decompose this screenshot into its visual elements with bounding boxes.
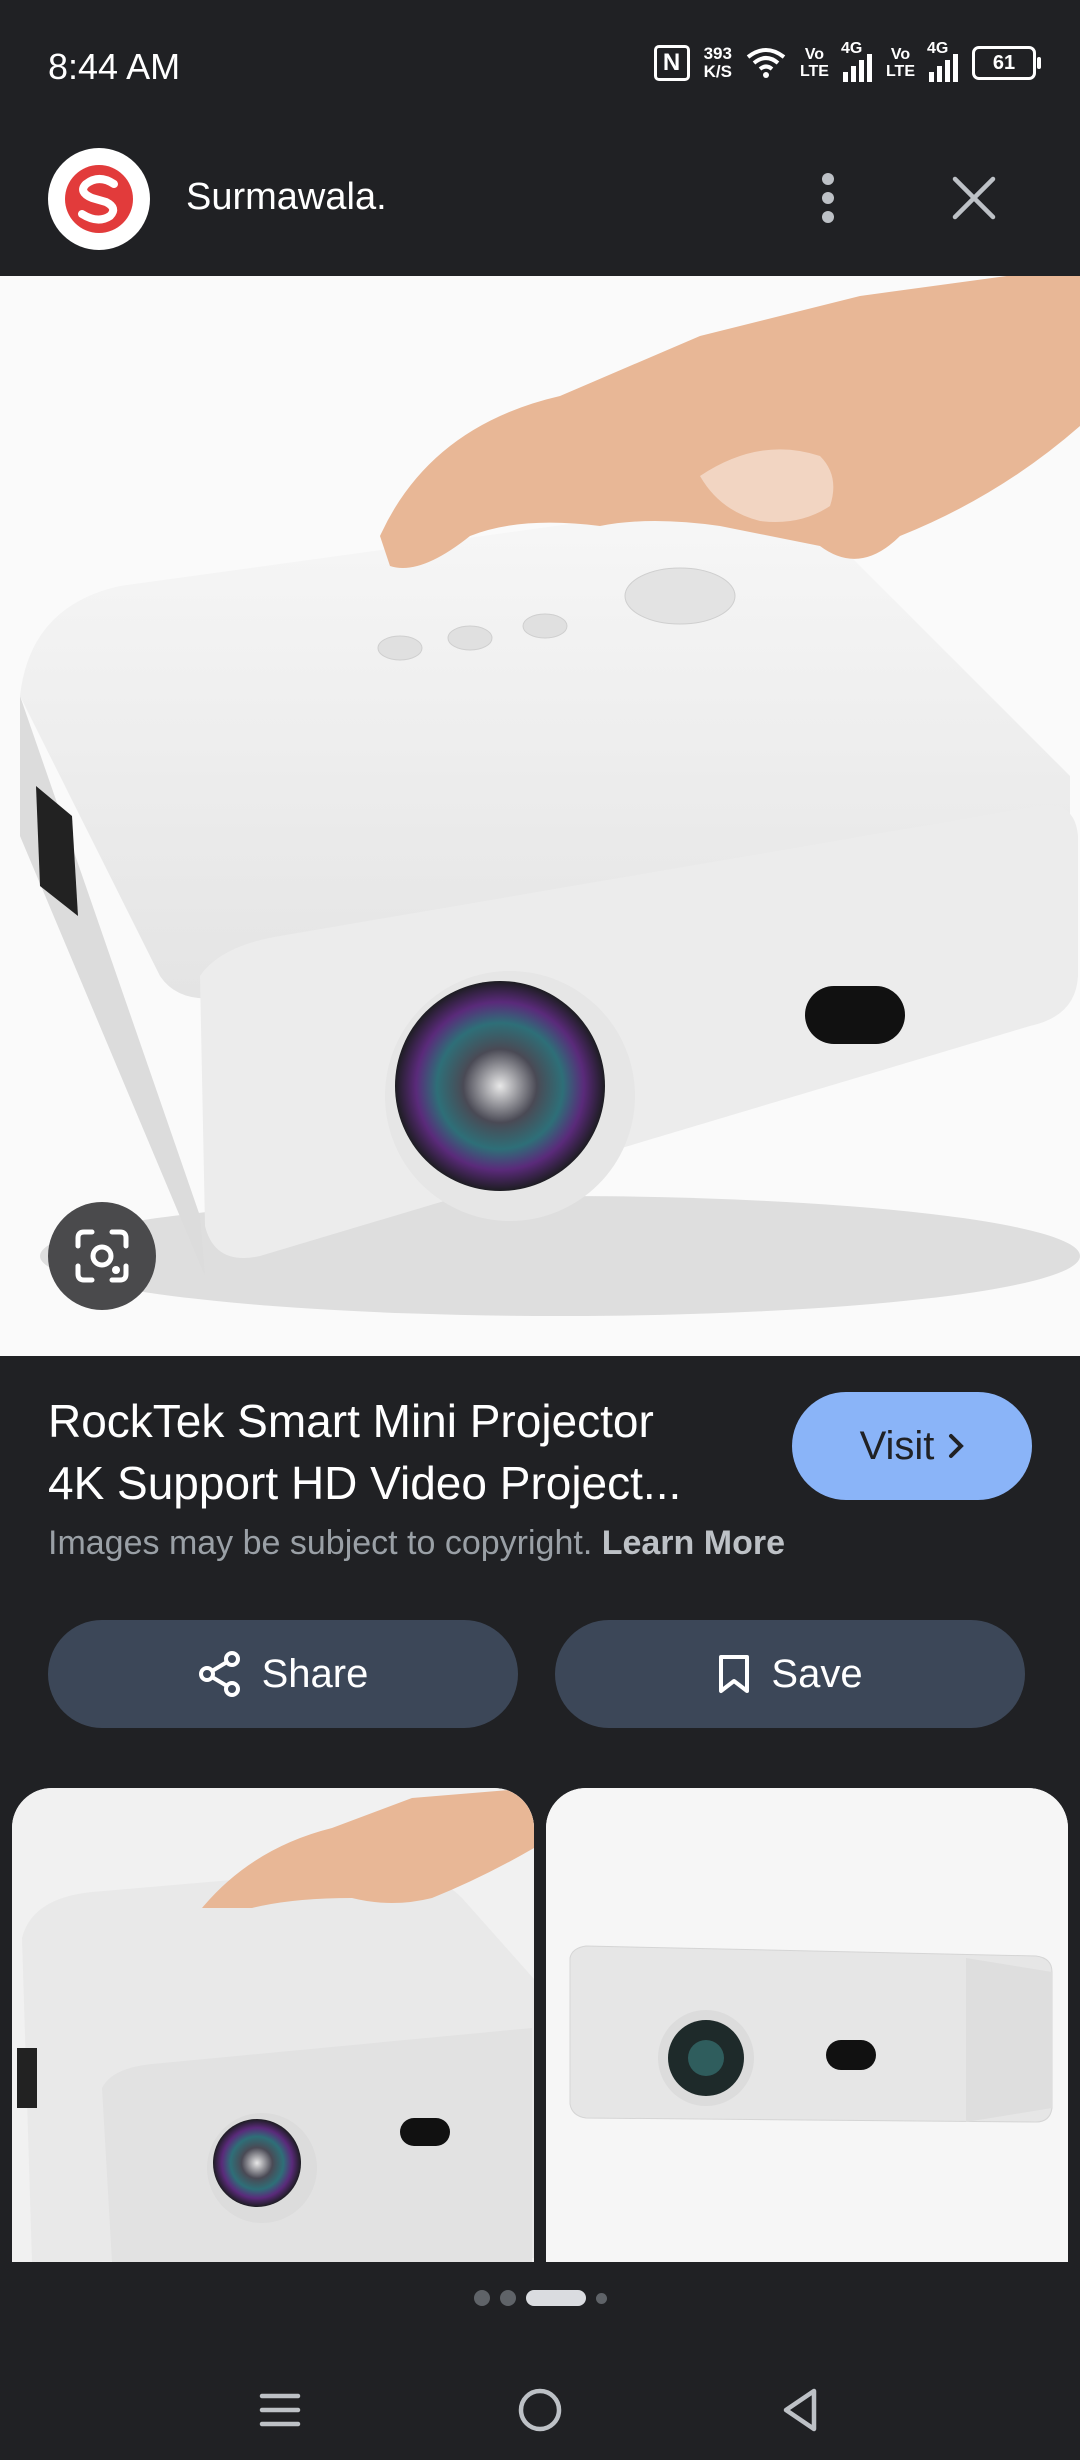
pagination-dot bbox=[499, 2290, 516, 2306]
related-image-thumbnail-2[interactable] bbox=[546, 1788, 1068, 2262]
lens-icon bbox=[75, 1229, 129, 1283]
status-icons: N 393 K/S Vo LTE 4G Vo LTE 4G 61 bbox=[653, 40, 1041, 82]
more-options-button[interactable] bbox=[800, 166, 856, 230]
volte-icon: Vo LTE bbox=[799, 46, 829, 80]
battery-icon: 61 bbox=[972, 46, 1041, 80]
pagination-dot bbox=[595, 2292, 607, 2304]
google-lens-button[interactable] bbox=[48, 1202, 156, 1310]
wifi-icon bbox=[746, 48, 786, 78]
share-icon bbox=[198, 1651, 240, 1697]
learn-more-link[interactable]: Learn More bbox=[602, 1524, 785, 1562]
save-button[interactable]: Save bbox=[555, 1620, 1025, 1728]
projector-image bbox=[0, 276, 1080, 1356]
more-vert-icon bbox=[822, 173, 834, 223]
nfc-icon: N bbox=[653, 45, 690, 81]
home-button[interactable] bbox=[505, 2375, 575, 2445]
recent-apps-button[interactable] bbox=[245, 2375, 315, 2445]
network-speed: 393 K/S bbox=[703, 44, 732, 81]
home-circle-icon bbox=[518, 2388, 562, 2432]
header: Surmawala. bbox=[0, 136, 1080, 276]
signal-icon: 4G bbox=[841, 40, 872, 82]
close-button[interactable] bbox=[942, 166, 1006, 230]
status-bar: 8:44 AM N 393 K/S Vo LTE 4G Vo LTE 4G 61 bbox=[0, 0, 1080, 136]
chevron-right-icon bbox=[949, 1434, 965, 1458]
back-button[interactable] bbox=[765, 2375, 835, 2445]
copyright-notice: Images may be subject to copyright. Lear… bbox=[48, 1524, 785, 1562]
pagination-dots bbox=[0, 2290, 1080, 2306]
back-triangle-icon bbox=[783, 2388, 817, 2432]
surmawala-logo-icon bbox=[65, 165, 133, 233]
pagination-dot-active bbox=[525, 2290, 586, 2306]
projector-thumbnail-image bbox=[12, 1788, 534, 2262]
main-product-image[interactable] bbox=[0, 276, 1080, 1356]
product-title[interactable]: RockTek Smart Mini Projector 4K Support … bbox=[48, 1390, 748, 1514]
bookmark-icon bbox=[719, 1655, 750, 1693]
share-button[interactable]: Share bbox=[48, 1620, 518, 1728]
status-time: 8:44 AM bbox=[48, 46, 181, 87]
signal-icon-2: 4G bbox=[927, 40, 958, 82]
projector-thumbnail-image-2 bbox=[546, 1788, 1068, 2262]
close-icon bbox=[952, 176, 996, 220]
menu-icon bbox=[259, 2393, 301, 2427]
site-name[interactable]: Surmawala. bbox=[186, 176, 387, 219]
system-navigation-bar bbox=[0, 2360, 1080, 2460]
pagination-dot bbox=[473, 2290, 490, 2306]
visit-button[interactable]: Visit bbox=[792, 1392, 1032, 1500]
volte-icon-2: Vo LTE bbox=[885, 46, 915, 80]
site-logo[interactable] bbox=[48, 148, 150, 250]
related-image-thumbnail[interactable] bbox=[12, 1788, 534, 2262]
